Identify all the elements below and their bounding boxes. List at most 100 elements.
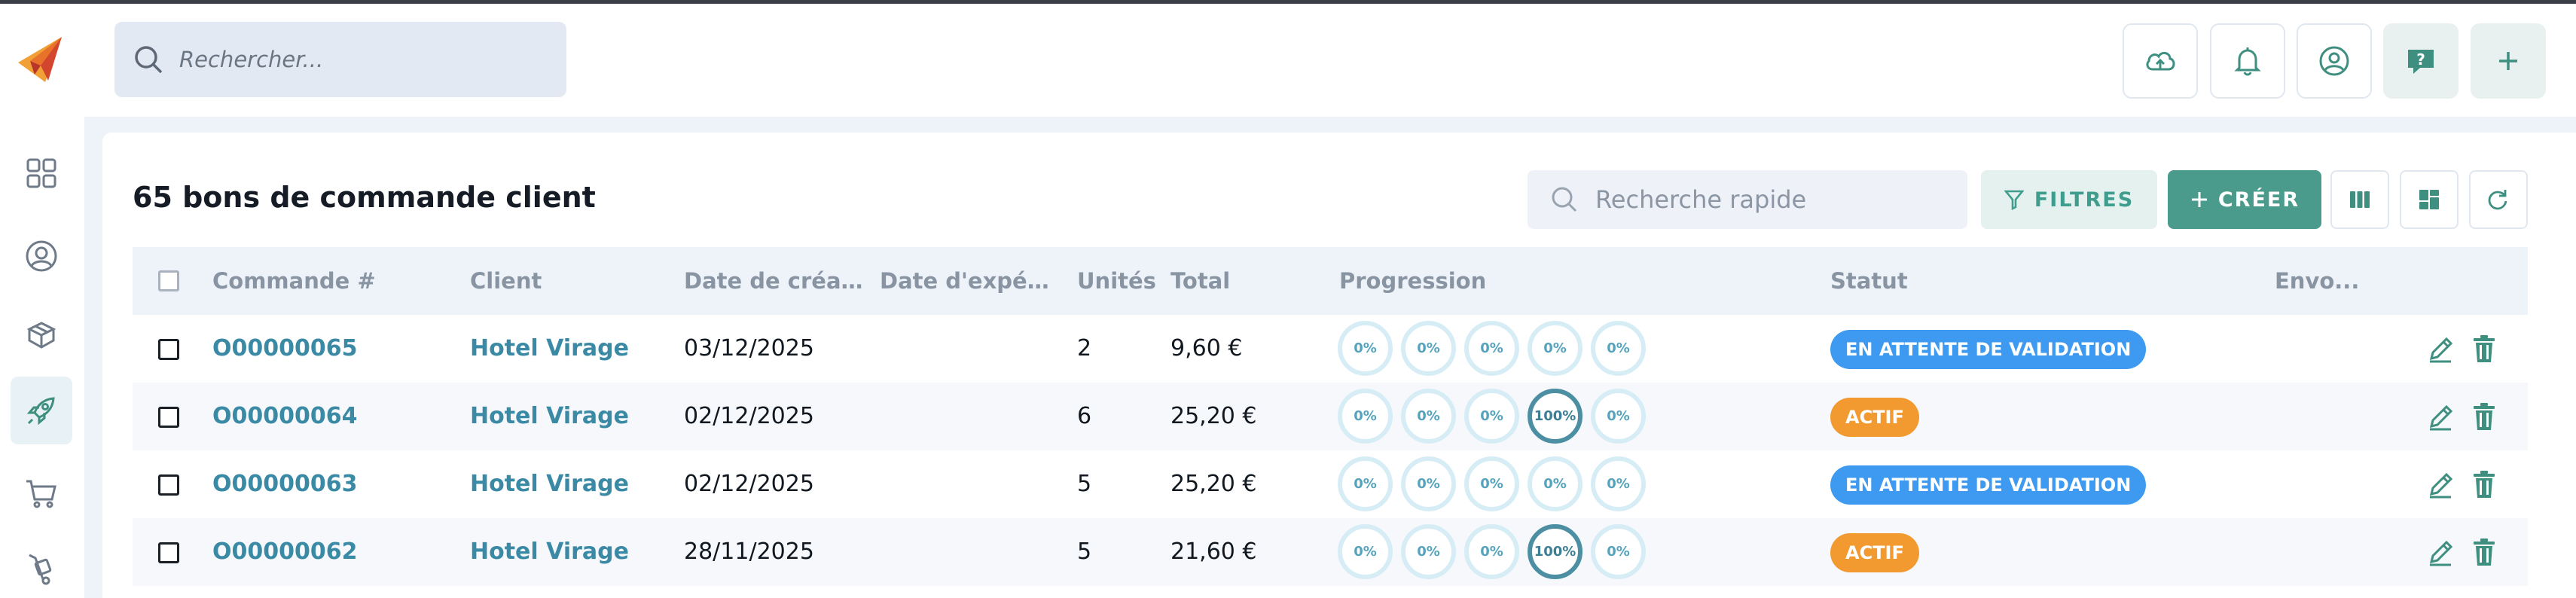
row-checkbox[interactable] (158, 542, 179, 563)
bell-icon (2234, 47, 2261, 76)
progress-step: 100% (1528, 524, 1583, 579)
client-link[interactable]: Hotel Virage (470, 315, 629, 383)
edit-icon[interactable] (2425, 536, 2455, 568)
progress-step: 0% (1338, 321, 1393, 376)
client-link[interactable]: Hotel Virage (470, 518, 629, 586)
refresh-icon (2488, 190, 2507, 210)
created-date: 03/12/2025 (684, 335, 814, 362)
topbar: ? (84, 4, 2576, 117)
progress-step: 0% (1338, 456, 1393, 511)
col-progress[interactable]: Progression (1339, 247, 1565, 315)
progress-step: 100% (1528, 389, 1583, 444)
rocket-icon (26, 397, 55, 426)
svg-text:?: ? (2416, 50, 2425, 69)
col-total[interactable]: Total (1170, 247, 1306, 315)
col-status[interactable]: Statut (1830, 247, 1981, 315)
col-client[interactable]: Client (470, 247, 666, 315)
select-all-checkbox[interactable] (158, 270, 179, 291)
edit-icon[interactable] (2425, 333, 2455, 365)
units-value: 5 (1077, 539, 1092, 565)
client-link[interactable]: Hotel Virage (470, 383, 629, 450)
profile-button[interactable] (2297, 23, 2372, 99)
columns-icon (2350, 191, 2370, 208)
sidebar-item-products[interactable] (11, 301, 72, 369)
delete-icon[interactable] (2469, 333, 2499, 365)
edit-icon[interactable] (2425, 468, 2455, 500)
total-value: 9,60 € (1170, 335, 1243, 362)
created-date: 02/12/2025 (684, 403, 814, 429)
col-units[interactable]: Unités (1077, 247, 1160, 315)
progress-step: 0% (1401, 456, 1456, 511)
row-actions (2425, 401, 2499, 432)
cloud-upload-icon (2146, 52, 2175, 71)
sidebar-item-sales[interactable] (11, 377, 72, 444)
edit-icon[interactable] (2425, 401, 2455, 432)
order-number-link[interactable]: O00000065 (212, 315, 358, 383)
table-row[interactable]: O00000063 Hotel Virage 02/12/2025 5 25,20 € 0… (133, 450, 2528, 518)
col-shipped[interactable]: Date d'expédit... (880, 247, 1061, 315)
row-actions (2425, 536, 2499, 568)
order-number-link[interactable]: O00000064 (212, 383, 358, 450)
quick-search-input[interactable] (1595, 185, 1957, 214)
total-value: 25,20 € (1170, 471, 1257, 497)
status-badge: ACTIF (1830, 533, 1919, 572)
sidebar-item-purchases[interactable] (11, 459, 72, 527)
delete-icon[interactable] (2469, 536, 2499, 568)
col-created[interactable]: Date de créati... (684, 247, 865, 315)
row-checkbox[interactable] (158, 407, 179, 428)
app-logo[interactable] (15, 32, 69, 87)
search-icon (1552, 187, 1577, 212)
row-actions (2425, 333, 2499, 365)
hand-truck-icon (29, 554, 52, 585)
help-button[interactable]: ? (2383, 23, 2458, 99)
col-sent[interactable]: Envo... (2275, 247, 2365, 315)
create-label: CRÉER (2217, 188, 2300, 212)
add-button[interactable] (2471, 23, 2546, 99)
row-checkbox[interactable] (158, 474, 179, 496)
col-order[interactable]: Commande # (212, 247, 453, 315)
plus-icon (2499, 52, 2517, 70)
client-link[interactable]: Hotel Virage (470, 450, 629, 518)
table-body: O00000065 Hotel Virage 03/12/2025 2 9,60 € 0%… (133, 315, 2528, 586)
sidebar-item-logistics[interactable] (11, 535, 72, 598)
filters-button[interactable]: FILTRES (1981, 170, 2157, 229)
box-icon (26, 322, 56, 349)
total-value: 21,60 € (1170, 539, 1257, 565)
refresh-button[interactable] (2469, 170, 2528, 229)
sidebar-item-dashboard[interactable] (11, 139, 72, 207)
delete-icon[interactable] (2469, 401, 2499, 432)
global-search-input[interactable] (179, 47, 526, 72)
status-badge: EN ATTENTE DE VALIDATION (1830, 330, 2147, 369)
progress-step: 0% (1528, 456, 1583, 511)
dashboard-icon (26, 158, 56, 188)
create-button[interactable]: CRÉER (2168, 170, 2321, 229)
progress-step: 0% (1591, 456, 1646, 511)
created-date: 02/12/2025 (684, 471, 814, 497)
columns-button[interactable] (2330, 170, 2389, 229)
progress-step: 0% (1338, 524, 1393, 579)
progress-step: 0% (1401, 524, 1456, 579)
filter-icon (2004, 190, 2024, 210)
order-number-link[interactable]: O00000062 (212, 518, 358, 586)
progress-step: 0% (1401, 389, 1456, 444)
delete-icon[interactable] (2469, 468, 2499, 500)
quick-search[interactable] (1528, 170, 1967, 229)
progress-step: 0% (1464, 524, 1519, 579)
orders-card: 65 bons de commande client FILTRES CRÉER (102, 133, 2576, 598)
progress-step: 0% (1464, 456, 1519, 511)
table-row[interactable]: O00000065 Hotel Virage 03/12/2025 2 9,60 € 0%… (133, 315, 2528, 383)
table-row[interactable]: O00000062 Hotel Virage 28/11/2025 5 21,60 € 0… (133, 518, 2528, 586)
notifications-button[interactable] (2210, 23, 2285, 99)
row-checkbox[interactable] (158, 339, 179, 360)
dashboard-layout-icon (2419, 190, 2439, 209)
table-row[interactable]: O00000064 Hotel Virage 02/12/2025 6 25,20 € 0… (133, 383, 2528, 450)
status-badge: EN ATTENTE DE VALIDATION (1830, 465, 2147, 505)
sidebar-item-clients[interactable] (11, 222, 72, 290)
global-search[interactable] (114, 22, 566, 97)
order-number-link[interactable]: O00000063 (212, 450, 358, 518)
upload-button[interactable] (2123, 23, 2198, 99)
sidebar (0, 4, 84, 598)
progress-steps: 0% 0% 0% 0% 0% (1338, 321, 1646, 376)
progress-steps: 0% 0% 0% 0% 0% (1338, 456, 1646, 511)
layout-button[interactable] (2400, 170, 2458, 229)
